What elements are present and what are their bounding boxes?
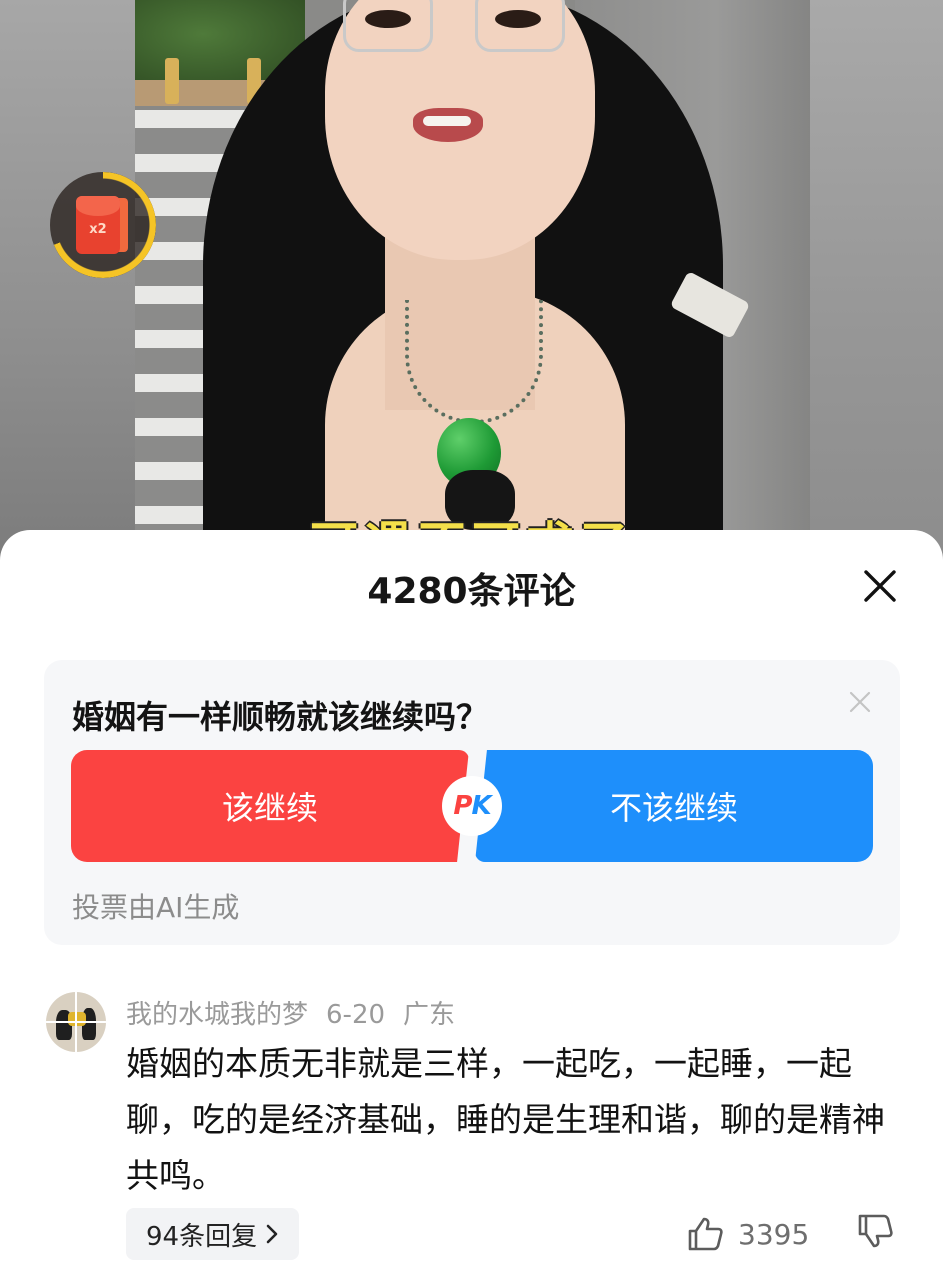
- vote-note: 投票由AI生成: [72, 891, 240, 924]
- red-envelope-icon: x2: [76, 196, 120, 254]
- comment-date: 6-20: [326, 1000, 386, 1030]
- dislike-button[interactable]: [856, 1212, 896, 1256]
- close-button[interactable]: [858, 564, 902, 608]
- reward-multiplier: x2: [89, 222, 107, 237]
- pk-badge-p: P: [453, 791, 472, 821]
- comment-meta: 我的水城我的梦 6-20 广东: [126, 994, 473, 1031]
- comment-item: 我的水城我的梦 6-20 广东 婚姻的本质无非就是三样，一起吃，一起睡，一起聊，吃的…: [0, 992, 943, 1261]
- like-count: 3395: [738, 1217, 810, 1251]
- video-frame: 可遇不可求了: [135, 0, 810, 580]
- vote-card: 婚姻有一样顺畅就该继续吗？ 该继续 不该继续 PK 投票由AI生成: [44, 660, 900, 945]
- view-replies-button[interactable]: 94条回复: [126, 1208, 300, 1260]
- thumbs-up-icon: [688, 1217, 723, 1251]
- red-envelope-reward[interactable]: x2: [50, 172, 156, 278]
- comments-title: 4280条评论: [367, 571, 576, 612]
- video-player[interactable]: 可遇不可求了 x2: [0, 0, 943, 580]
- vote-dismiss-button[interactable]: [844, 686, 876, 718]
- eye-right: [495, 10, 541, 28]
- mouth: [413, 108, 483, 142]
- like-button[interactable]: 3395: [686, 1212, 809, 1256]
- pk-badge-k: K: [471, 791, 491, 821]
- avatar[interactable]: [46, 992, 106, 1052]
- bollard: [165, 58, 179, 104]
- replies-label: 94条回复: [146, 1221, 258, 1252]
- comment-text: 婚姻的本质无非就是三样，一起吃，一起睡，一起聊，吃的是经济基础，睡的是生理和谐，…: [126, 1044, 885, 1195]
- comment-location: 广东: [403, 1000, 456, 1030]
- video-blur-left: [0, 0, 135, 580]
- thumbs-down-icon: [858, 1214, 893, 1248]
- close-icon: [849, 691, 871, 713]
- vote-question: 婚姻有一样顺畅就该继续吗？: [72, 698, 489, 736]
- comments-sheet: 4280条评论 婚姻有一样顺畅就该继续吗？ 该继续 不该继续 PK 投票由AI生…: [0, 530, 943, 1261]
- eye-left: [365, 10, 411, 28]
- vote-no-button[interactable]: 不该继续: [475, 750, 873, 862]
- video-blur-right: [810, 0, 943, 580]
- pk-badge-icon: PK: [442, 776, 502, 836]
- comment-username[interactable]: 我的水城我的梦: [126, 1000, 308, 1030]
- vote-yes-button[interactable]: 该继续: [71, 750, 469, 862]
- close-icon: [864, 570, 896, 602]
- chevron-right-icon: [266, 1224, 278, 1244]
